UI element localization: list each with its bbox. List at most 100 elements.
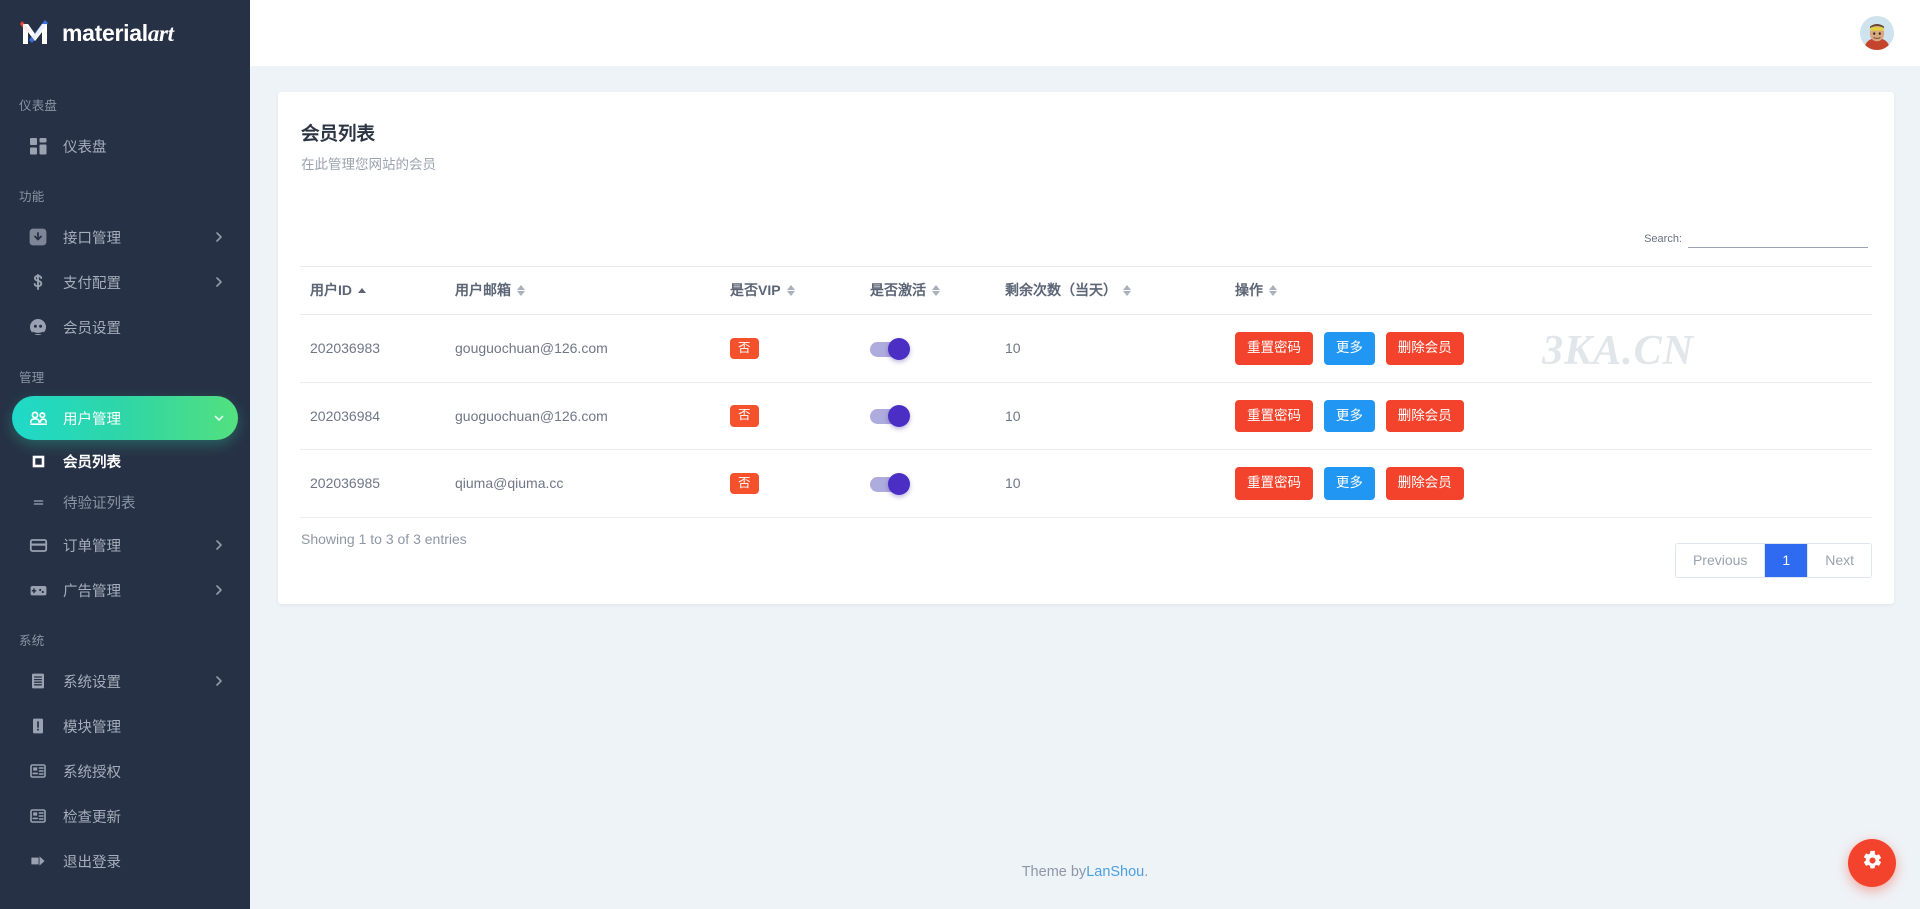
sidebar-item-system-license[interactable]: 系统授权 [12,749,238,793]
search-input[interactable] [1688,225,1868,248]
th-label: 是否激活 [870,280,926,300]
table-row: 202036984 guoguochuan@126.com 否 10 重置密码 [300,382,1872,450]
module-icon [27,715,49,737]
vip-badge: 否 [730,338,759,360]
active-toggle[interactable] [870,409,908,424]
sidebar-item-api-management[interactable]: 接口管理 [12,215,238,259]
footer-prefix: Theme by [1022,864,1086,880]
avatar[interactable] [1860,16,1894,50]
app-root: materialart 仪表盘 仪表盘 功能 [0,0,1920,909]
sidebar-item-label: 订单管理 [63,535,213,556]
th-actions[interactable]: 操作 [1225,267,1872,315]
sidebar-item-order-management[interactable]: 订单管理 [12,523,238,567]
sidebar-item-label: 仪表盘 [63,136,225,157]
sidebar-item-module-management[interactable]: 模块管理 [12,704,238,748]
th-is-active[interactable]: 是否激活 [860,267,995,315]
chevron-right-icon [213,675,225,687]
toggle-knob [888,473,910,495]
reset-password-button[interactable]: 重置密码 [1235,467,1313,500]
more-button[interactable]: 更多 [1324,400,1375,433]
more-button[interactable]: 更多 [1324,332,1375,365]
sidebar-item-member-list[interactable]: 会员列表 [12,441,238,481]
chevron-right-icon [213,539,225,551]
th-email[interactable]: 用户邮箱 [445,267,720,315]
sidebar-item-label: 检查更新 [63,806,225,827]
cell-remaining: 10 [995,315,1225,383]
delete-member-button[interactable]: 删除会员 [1386,400,1464,433]
nav-section-system: 系统 [0,613,250,658]
table-body: 202036983 gouguochuan@126.com 否 10 重置密码 [300,315,1872,518]
settings-fab[interactable] [1848,839,1896,887]
th-user-id[interactable]: 用户ID [300,267,445,315]
sidebar-subitem-label: 会员列表 [63,451,121,472]
table-footer: Showing 1 to 3 of 3 entries Previous 1 N… [300,531,1872,579]
sidebar-item-member-settings[interactable]: 会员设置 [12,305,238,349]
th-remaining-count[interactable]: 剩余次数（当天） [995,267,1225,315]
cell-is-active [860,450,995,518]
cell-email: qiuma@qiuma.cc [445,450,720,518]
cell-actions: 重置密码 更多 删除会员 [1225,315,1872,383]
cell-is-active [860,315,995,383]
sidebar-item-pending-verification-list[interactable]: 待验证列表 [12,482,238,522]
sidebar-item-dashboard[interactable]: 仪表盘 [12,124,238,168]
th-label: 剩余次数（当天） [1005,280,1117,300]
sort-asc-icon [358,288,366,293]
vip-badge: 否 [730,405,759,427]
search-field: Search: [1644,225,1868,248]
card-icon [27,534,49,556]
pagination-next[interactable]: Next [1808,544,1871,578]
member-list-card: 会员列表 在此管理您网站的会员 3KA.CN Search: 用户 [278,92,1894,604]
entries-info: Showing 1 to 3 of 3 entries [300,531,467,547]
sidebar-item-system-settings[interactable]: 系统设置 [12,659,238,703]
th-is-vip[interactable]: 是否VIP [720,267,860,315]
th-label: 用户ID [310,280,352,300]
chevron-down-icon [213,412,225,424]
more-button[interactable]: 更多 [1324,467,1375,500]
sort-icon [1123,285,1131,296]
sidebar-item-label: 退出登录 [63,851,225,872]
search-area: Search: [300,225,1872,248]
nav-section-dashboard: 仪表盘 [0,78,250,123]
sidebar-item-payment-config[interactable]: 支付配置 [12,260,238,304]
sort-icon [1269,285,1277,296]
cell-actions: 重置密码 更多 删除会员 [1225,450,1872,518]
update-icon [27,805,49,827]
cell-actions: 重置密码 更多 删除会员 [1225,382,1872,450]
sidebar-item-user-management[interactable]: 用户管理 [12,396,238,440]
ad-banner-icon [27,579,49,601]
chevron-right-icon [213,276,225,288]
cell-email: gouguochuan@126.com [445,315,720,383]
sort-icon [932,285,940,296]
active-toggle[interactable] [870,342,908,357]
footer-theme-link[interactable]: LanShou [1086,864,1144,880]
main-area: 会员列表 在此管理您网站的会员 3KA.CN Search: 用户 [250,0,1920,909]
dollar-icon [27,271,49,293]
reset-password-button[interactable]: 重置密码 [1235,332,1313,365]
pagination-page-1[interactable]: 1 [1765,544,1808,578]
table-row: 202036985 qiuma@qiuma.cc 否 10 重置密码 [300,450,1872,518]
cell-remaining: 10 [995,450,1225,518]
logout-icon [27,850,49,872]
sidebar-item-label: 接口管理 [63,227,213,248]
cell-is-vip: 否 [720,382,860,450]
cell-user-id: 202036984 [300,382,445,450]
pagination-previous[interactable]: Previous [1676,544,1765,578]
sidebar-item-label: 系统设置 [63,671,213,692]
sidebar-nav: 仪表盘 仪表盘 功能 [0,66,250,883]
sidebar-item-label: 模块管理 [63,716,225,737]
download-box-icon [27,226,49,248]
sidebar-item-label: 系统授权 [63,761,225,782]
sidebar: materialart 仪表盘 仪表盘 功能 [0,0,250,909]
active-toggle[interactable] [870,477,908,492]
sidebar-item-ad-management[interactable]: 广告管理 [12,568,238,612]
delete-member-button[interactable]: 删除会员 [1386,467,1464,500]
brand-logo[interactable]: materialart [0,0,250,66]
reset-password-button[interactable]: 重置密码 [1235,400,1313,433]
delete-member-button[interactable]: 删除会员 [1386,332,1464,365]
nav-section-management: 管理 [0,350,250,395]
sidebar-item-check-update[interactable]: 检查更新 [12,794,238,838]
sidebar-item-logout[interactable]: 退出登录 [12,839,238,883]
search-label: Search: [1644,233,1682,248]
dash-icon [27,491,49,513]
cell-remaining: 10 [995,382,1225,450]
